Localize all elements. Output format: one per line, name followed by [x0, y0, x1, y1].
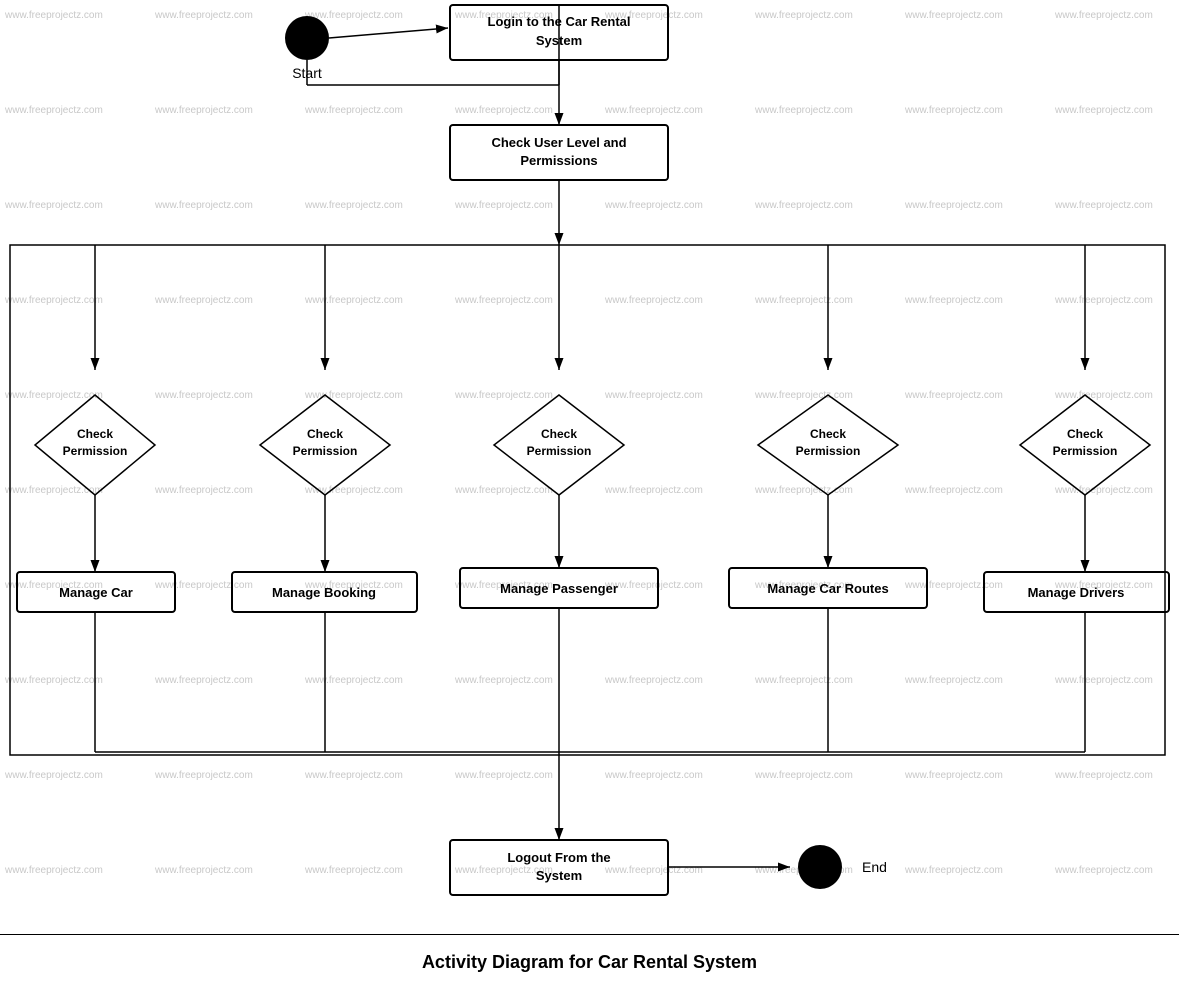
svg-text:Permission: Permission — [796, 444, 861, 458]
activity-diagram-svg: Start Login to the Car Rental System Che… — [0, 0, 1179, 989]
logout-node: Logout From the — [507, 850, 610, 865]
svg-text:Check: Check — [77, 427, 113, 441]
manage-booking-node: Manage Booking — [272, 585, 376, 600]
title-bar: Activity Diagram for Car Rental System — [0, 934, 1179, 989]
diagram-container: // Generate watermarks const wm = docume… — [0, 0, 1179, 989]
svg-text:Permission: Permission — [293, 444, 358, 458]
diagram-title: Activity Diagram for Car Rental System — [422, 952, 757, 973]
manage-car-routes-node: Manage Car Routes — [767, 581, 888, 596]
svg-text:Permissions: Permissions — [520, 153, 597, 168]
svg-text:Check: Check — [810, 427, 846, 441]
svg-text:Check: Check — [307, 427, 343, 441]
end-node — [798, 845, 842, 889]
check-user-level-node: Check User Level and — [491, 135, 626, 150]
svg-text:System: System — [536, 868, 582, 883]
end-label: End — [862, 859, 887, 875]
login-node: Login to the Car Rental — [488, 14, 631, 29]
svg-text:Permission: Permission — [1053, 444, 1118, 458]
manage-passenger-node: Manage Passenger — [500, 581, 618, 596]
svg-text:Permission: Permission — [63, 444, 128, 458]
manage-drivers-node: Manage Drivers — [1028, 585, 1125, 600]
svg-text:Check: Check — [1067, 427, 1103, 441]
manage-car-node: Manage Car — [59, 585, 133, 600]
svg-text:System: System — [536, 33, 582, 48]
svg-text:Permission: Permission — [527, 444, 592, 458]
svg-text:Check: Check — [541, 427, 577, 441]
start-node — [285, 16, 329, 60]
